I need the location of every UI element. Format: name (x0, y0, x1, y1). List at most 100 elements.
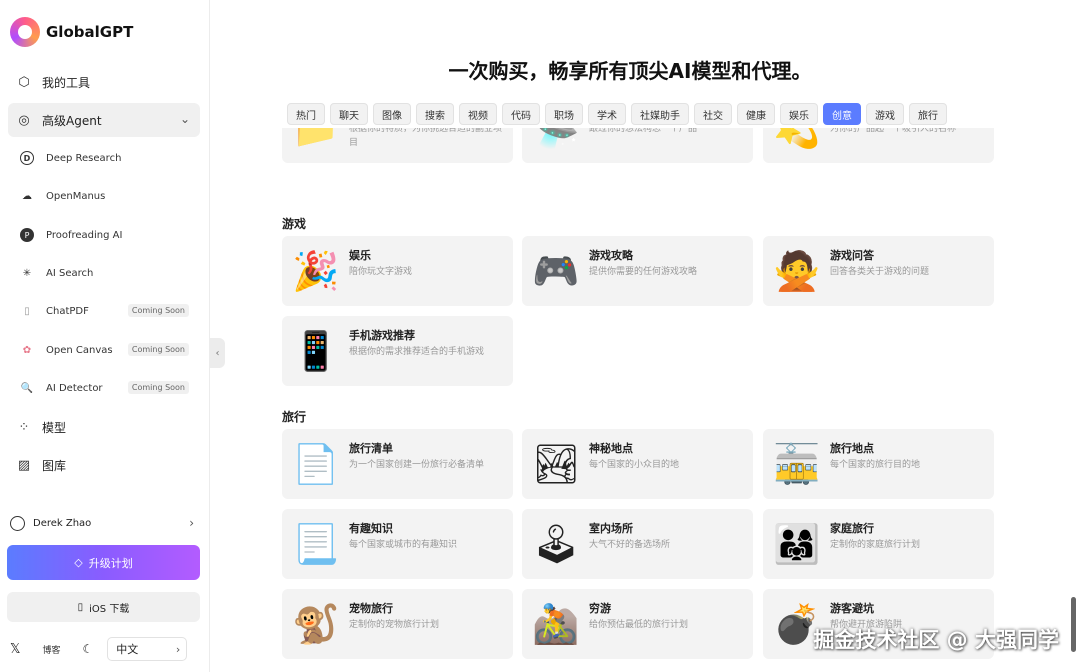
sidebar-item-label: ChatPDF (46, 305, 89, 317)
card-description: 每个国家的小众目的地 (589, 460, 680, 470)
card-1-4[interactable]: 🕹 室内场所 大气不好的备选场所 (522, 509, 753, 579)
sidebar-item-proofreading[interactable]: P Proofreading AI (20, 223, 195, 247)
page-title: 一次购买，畅享所有顶尖AI模型和代理。 (448, 59, 812, 83)
tab-9[interactable]: 社交 (694, 103, 732, 125)
card-creative-0[interactable]: 📁创意根据你的特质，为你挑选合适的副业项目 (282, 128, 513, 163)
card-illustration-icon: 📱 (292, 329, 340, 373)
scrollbar-thumb[interactable] (1071, 597, 1076, 652)
card-illustration-icon: 🚵 (532, 602, 580, 646)
card-1-0[interactable]: 📄 旅行清单为一个国家创建一份旅行必备清单 (282, 429, 513, 499)
deep-research-icon: D (20, 151, 34, 165)
tab-1[interactable]: 聊天 (330, 103, 368, 125)
card-illustration-icon: 📄 (292, 442, 340, 486)
logo-icon (10, 17, 40, 47)
tab-12[interactable]: 创意 (823, 103, 861, 125)
card-description: 根据你的特质，为你挑选合适的副业项目 (349, 128, 503, 148)
card-title: 游客避坑 (830, 602, 874, 615)
card-1-2[interactable]: 🚋 旅行地点每个国家的旅行目的地 (763, 429, 994, 499)
language-value: 中文 (116, 643, 139, 656)
card-description: 每个国家或城市的有趣知识 (349, 540, 458, 550)
card-title: 室内场所 (589, 522, 633, 535)
nav-gallery[interactable]: ▨ 图库 (8, 448, 200, 482)
card-illustration-icon: 🚋 (773, 442, 821, 486)
sidebar-item-ai-search[interactable]: ✳ AI Search (20, 261, 195, 285)
card-description: 陪你玩文字游戏 (349, 267, 413, 277)
watermark: 掘金技术社区 @ 大强同学 (813, 628, 1059, 652)
sidebar-item-chatpdf[interactable]: ▯ ChatPDF Coming Soon (20, 299, 195, 323)
card-description: 定制你的宠物旅行计划 (349, 620, 440, 630)
card-0-1[interactable]: 🎮 游戏攻略 提供你需要的任何游戏攻略 (522, 236, 753, 306)
card-description: 根据你的需求推荐适合的手机游戏 (349, 347, 485, 357)
sidebar-item-label: Deep Research (46, 152, 122, 164)
card-0-0[interactable]: 🎉 娱乐 陪你玩文字游戏 (282, 236, 513, 306)
ios-label: iOS 下载 (89, 603, 130, 615)
card-1-6[interactable]: 🐒 宠物旅行 定制你的宠物旅行计划 (282, 589, 513, 659)
tab-0[interactable]: 热门 (287, 103, 325, 125)
nav-models[interactable]: ⁘ 模型 (8, 410, 200, 444)
card-title: 宠物旅行 (349, 602, 393, 615)
card-description: 为一个国家创建一份旅行必备清单 (349, 460, 485, 470)
sidebar-item-open-canvas[interactable]: ✿ Open Canvas Coming Soon (20, 338, 195, 362)
moon-icon[interactable]: ☾ (83, 642, 94, 656)
tab-3[interactable]: 搜索 (416, 103, 454, 125)
card-title: 穷游 (589, 602, 611, 615)
grid-icon: ⁘ (18, 419, 30, 435)
card-description: 每个国家的旅行目的地 (830, 460, 921, 470)
card-description: 给你预估最低的旅行计划 (589, 620, 689, 630)
logo[interactable]: GlobalGPT (10, 17, 133, 47)
card-0-2[interactable]: 🙅 游戏问答 回答各类关于游戏的问题 (763, 236, 994, 306)
card-illustration-icon: 👨‍👩‍👧 (773, 522, 821, 566)
nav-advanced-agent[interactable]: ◎ 高级Agent ⌄ (8, 103, 200, 137)
card-1-1[interactable]: 🏞 神秘地点 每个国家的小众目的地 (522, 429, 753, 499)
card-title: 家庭旅行 (830, 522, 874, 535)
card-illustration-icon: 📃 (292, 522, 340, 566)
tab-7[interactable]: 学术 (588, 103, 626, 125)
card-title: 游戏攻略 (589, 249, 633, 262)
sidebar-item-deep-research[interactable]: D Deep Research (20, 146, 195, 170)
card-illustration-icon: 💫 (773, 128, 821, 150)
ios-download-button[interactable]: ▯ iOS 下载 (7, 592, 200, 622)
card-illustration-icon: 🛸 (532, 128, 580, 150)
language-select[interactable]: 中文 › (107, 637, 188, 661)
cards-scroll-area[interactable]: 📁创意根据你的特质，为你挑选合适的副业项目 🛸产品创意跟过你的想法构思一个产品 💫产… (211, 128, 1079, 672)
user-profile[interactable]: Derek Zhao › (10, 512, 200, 534)
card-illustration-icon: 📁 (292, 128, 340, 150)
sidebar-item-ai-detector[interactable]: 🔍 AI Detector Coming Soon (20, 376, 195, 400)
app-root: GlobalGPT ⬡ 我的工具 ◎ 高级Agent ⌄ D Deep Rese… (0, 0, 1079, 672)
tab-14[interactable]: 旅行 (909, 103, 947, 125)
chatpdf-icon: ▯ (24, 305, 30, 317)
coming-soon-badge: Coming Soon (127, 343, 189, 356)
nav-my-tools[interactable]: ⬡ 我的工具 (8, 65, 200, 99)
sidebar-item-openmanus[interactable]: ☁ OpenManus (20, 184, 195, 208)
card-title: 游戏问答 (830, 249, 874, 262)
card-1-5[interactable]: 👨‍👩‍👧 家庭旅行 定制你的家庭旅行计划 (763, 509, 994, 579)
tab-4[interactable]: 视频 (459, 103, 497, 125)
card-0-3[interactable]: 📱 手机游戏推荐 根据你的需求推荐适合的手机游戏 (282, 316, 513, 386)
card-1-3[interactable]: 📃 有趣知识每个国家或城市的有趣知识 (282, 509, 513, 579)
card-illustration-icon: 🕹 (532, 522, 581, 566)
card-creative-2[interactable]: 💫产品名称为你的产品起一个吸引人的名称 (763, 128, 994, 163)
card-title: 旅行清单 (349, 442, 393, 455)
tab-6[interactable]: 职场 (545, 103, 583, 125)
tab-13[interactable]: 游戏 (866, 103, 904, 125)
card-1-7[interactable]: 🚵 穷游给你预估最低的旅行计划 (522, 589, 753, 659)
card-creative-1[interactable]: 🛸产品创意跟过你的想法构思一个产品 (522, 128, 753, 163)
x-twitter-icon[interactable]: 𝕏 (10, 642, 20, 657)
card-description: 提供你需要的任何游戏攻略 (589, 267, 698, 277)
card-title: 旅行地点 (830, 442, 874, 455)
tab-2[interactable]: 图像 (373, 103, 411, 125)
ai-search-icon: ✳ (22, 267, 32, 279)
tab-5[interactable]: 代码 (502, 103, 540, 125)
blog-link[interactable]: 博客 (42, 643, 60, 656)
cube-icon: ⬡ (18, 74, 30, 90)
card-title: 有趣知识 (349, 522, 393, 535)
tab-8[interactable]: 社媒助手 (631, 103, 689, 125)
section-title: 游戏 (282, 217, 307, 231)
diamond-icon: ◇ (74, 556, 83, 569)
tab-10[interactable]: 健康 (737, 103, 775, 125)
section-title: 旅行 (282, 410, 307, 424)
card-description: 为你的产品起一个吸引人的名称 (830, 128, 957, 134)
upgrade-plan-button[interactable]: ◇ 升级计划 (7, 545, 200, 580)
tab-11[interactable]: 娱乐 (780, 103, 818, 125)
proofreading-icon: P (20, 228, 34, 242)
